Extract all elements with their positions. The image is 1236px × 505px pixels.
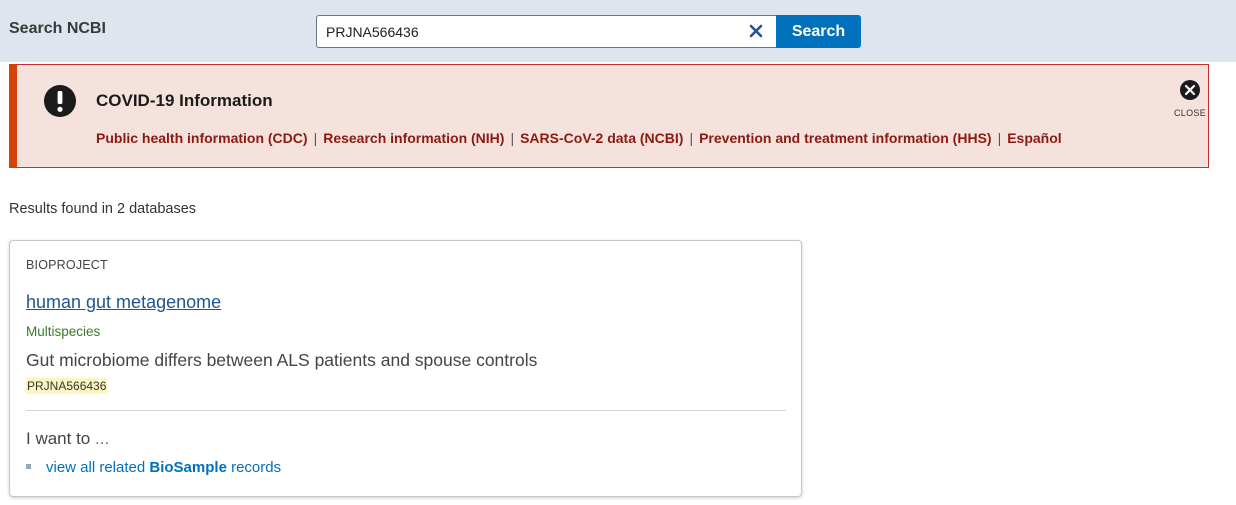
record-title-link[interactable]: human gut metagenome <box>26 292 221 313</box>
ellipsis: ... <box>95 429 110 448</box>
top-search-bar: Search NCBI Search <box>0 0 1236 62</box>
organism-label: Multispecies <box>26 324 101 339</box>
i-want-to-label: I want to <box>26 429 91 448</box>
close-label: CLOSE <box>1173 108 1206 118</box>
related-suffix: records <box>231 459 282 476</box>
link-separator: | <box>689 130 694 146</box>
close-circle-icon[interactable] <box>1179 79 1201 101</box>
bullet-icon <box>26 463 31 469</box>
divider <box>26 410 786 411</box>
bioproject-result-card: BIOPROJECT human gut metagenome Multispe… <box>9 240 802 497</box>
related-db: BioSample <box>149 459 227 476</box>
results-count: Results found in 2 databases <box>9 201 197 217</box>
search-input[interactable] <box>326 22 736 42</box>
close-alert-button[interactable]: CLOSE <box>1167 79 1213 118</box>
nih-link[interactable]: Research information (NIH) <box>323 130 504 146</box>
database-label: BIOPROJECT <box>26 258 108 272</box>
link-separator: | <box>313 130 318 146</box>
covid-alert-banner: COVID-19 Information Public health infor… <box>9 64 1209 168</box>
search-ncbi-title: Search NCBI <box>9 20 106 37</box>
accession-badge: PRJNA566436 <box>26 378 108 394</box>
related-records-item: view all related BioSample records <box>26 459 281 476</box>
clear-search-icon[interactable] <box>748 23 764 39</box>
exclamation-circle-icon <box>44 85 76 117</box>
link-separator: | <box>510 130 515 146</box>
view-related-biosample-link[interactable]: view all related BioSample records <box>46 459 281 476</box>
espanol-link[interactable]: Español <box>1007 130 1061 146</box>
alert-title: COVID-19 Information <box>96 91 273 110</box>
i-want-to-heading: I want to ... <box>26 429 109 449</box>
cdc-link[interactable]: Public health information (CDC) <box>96 130 308 146</box>
hhs-link[interactable]: Prevention and treatment information (HH… <box>699 130 991 146</box>
search-button[interactable]: Search <box>776 15 861 48</box>
related-prefix: view all related <box>46 459 146 476</box>
ncbi-sars-cov-2-link[interactable]: SARS-CoV-2 data (NCBI) <box>520 130 683 146</box>
link-separator: | <box>997 130 1002 146</box>
alert-links: Public health information (CDC) | Research… <box>96 130 1062 146</box>
record-description: Gut microbiome differs between ALS patie… <box>26 350 538 370</box>
search-box <box>316 15 778 48</box>
